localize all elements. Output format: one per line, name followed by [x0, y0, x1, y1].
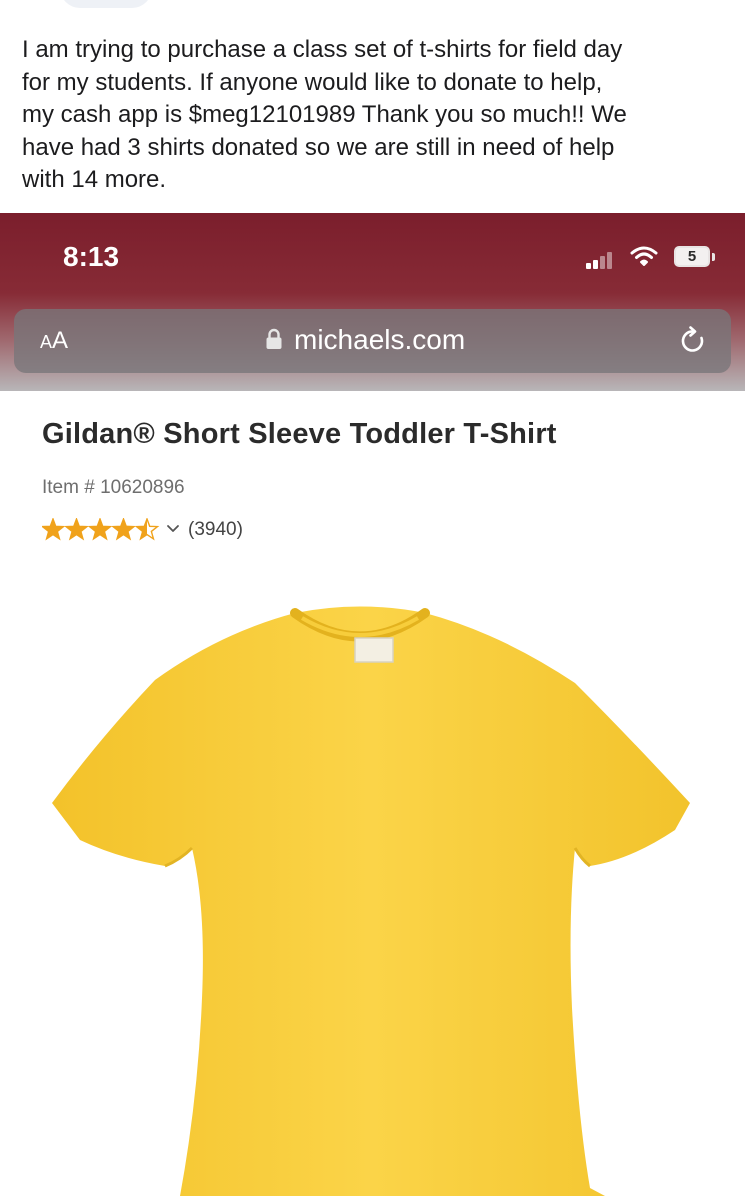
reader-settings-button[interactable]: AA: [40, 327, 68, 355]
screenshot-image: 8:13 5 AA michaels.com Gildan® Short Sle…: [0, 213, 745, 1200]
status-time: 8:13: [63, 241, 120, 272]
post-text: I am trying to purchase a class set of t…: [22, 36, 627, 193]
star-filled: [113, 519, 134, 539]
battery-level: 5: [687, 248, 697, 265]
review-count[interactable]: (3940): [188, 519, 243, 541]
star-rating: [42, 518, 160, 541]
aa-big-label: A: [52, 327, 69, 354]
browser-chrome: 8:13 5 AA michaels.com: [0, 213, 745, 391]
product-image: [52, 606, 690, 1196]
battery-icon: 5: [674, 246, 710, 267]
star-filled: [42, 519, 64, 539]
signal-icon: [586, 249, 620, 269]
url-text[interactable]: michaels.com: [294, 324, 465, 356]
item-number: Item # 10620896: [42, 477, 185, 498]
rating-row[interactable]: (3940): [42, 518, 302, 544]
wifi-icon: [630, 246, 658, 266]
aa-small-label: A: [40, 332, 53, 352]
previous-bubble: [60, 0, 152, 8]
battery-nub: [712, 253, 715, 261]
status-icons: 5: [586, 243, 726, 271]
star-filled: [89, 519, 111, 539]
address-bar[interactable]: AA michaels.com: [14, 309, 731, 373]
shirt-body: [52, 606, 690, 1196]
chevron-down-icon[interactable]: [166, 524, 180, 534]
reload-icon[interactable]: [678, 326, 708, 356]
product-title: Gildan® Short Sleeve Toddler T-Shirt: [42, 418, 557, 450]
star-filled: [66, 519, 87, 539]
shirt-tag: [354, 637, 394, 663]
lock-icon: [266, 328, 282, 349]
